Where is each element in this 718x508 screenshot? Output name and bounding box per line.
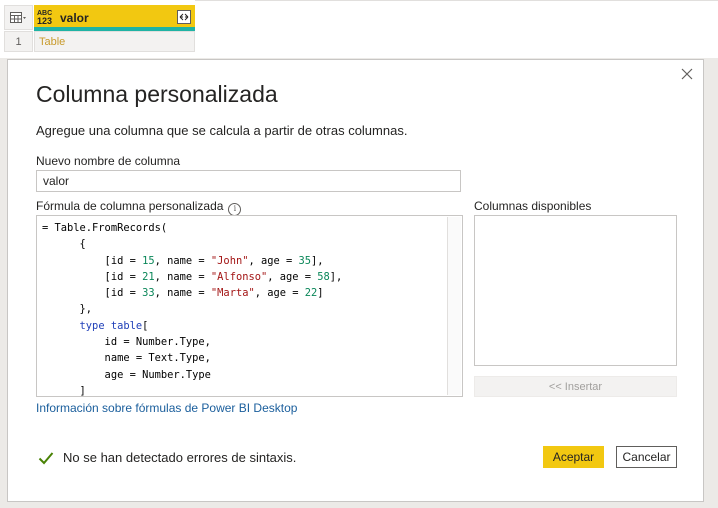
syntax-status: No se han detectado errores de sintaxis. <box>38 450 296 465</box>
custom-column-dialog: Columna personalizada Agregue una column… <box>7 59 704 502</box>
insert-button[interactable]: << Insertar <box>474 376 677 397</box>
formula-editor[interactable]: = Table.FromRecords( { [id = 15, name = … <box>36 215 463 397</box>
check-icon <box>38 451 54 464</box>
row-number: 1 <box>4 31 33 52</box>
editor-scrollbar[interactable] <box>447 217 461 395</box>
column-header-label: valor <box>60 10 89 25</box>
formula-text[interactable]: = Table.FromRecords( { [id = 15, name = … <box>42 220 342 396</box>
available-columns-label: Columnas disponibles <box>474 199 592 213</box>
status-text: No se han detectado errores de sintaxis. <box>63 450 297 465</box>
table-menu-icon[interactable] <box>4 5 33 30</box>
query-preview-grid: ABC 123 valor 1 Table <box>0 0 718 58</box>
expand-column-icon[interactable] <box>177 10 191 24</box>
dialog-title: Columna personalizada <box>36 81 278 107</box>
info-icon[interactable]: i <box>228 202 242 216</box>
ok-button[interactable]: Aceptar <box>543 446 604 468</box>
formula-help-link[interactable]: Información sobre fórmulas de Power BI D… <box>36 401 297 415</box>
formula-label: Fórmula de columna personalizada <box>36 199 224 213</box>
close-icon[interactable] <box>677 64 697 84</box>
column-name-input[interactable] <box>36 170 461 192</box>
cancel-button[interactable]: Cancelar <box>616 446 677 468</box>
table-cell[interactable]: Table <box>34 31 195 52</box>
dialog-subtitle: Agregue una columna que se calcula a par… <box>36 123 408 138</box>
any-type-icon[interactable]: ABC 123 <box>37 10 57 26</box>
column-name-label: Nuevo nombre de columna <box>36 154 181 168</box>
grid-border <box>195 0 718 1</box>
available-columns-list[interactable] <box>474 215 677 366</box>
formula-label-row: Fórmula de columna personalizada i <box>36 199 242 216</box>
